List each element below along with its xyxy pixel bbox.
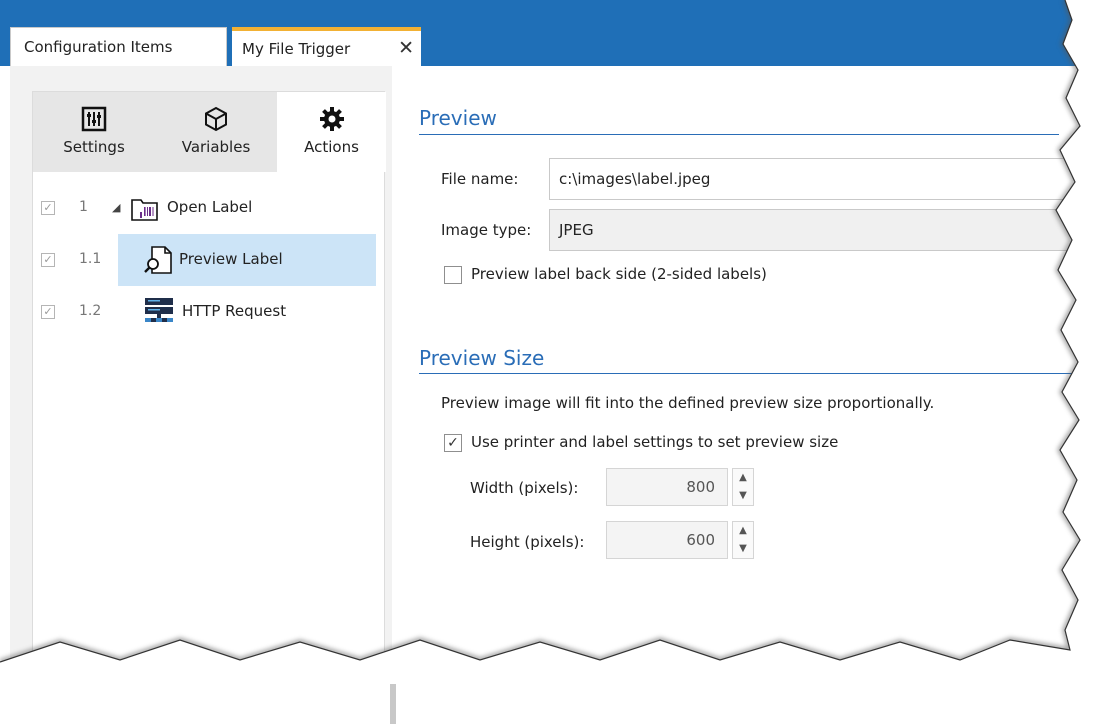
image-type-value: JPEG — [559, 221, 594, 239]
tab-settings[interactable]: Settings — [33, 92, 155, 172]
tab-my-file-trigger[interactable]: My File Trigger ✕ — [232, 27, 421, 66]
tab-variables[interactable]: Variables — [155, 92, 277, 172]
back-side-label: Preview label back side (2-sided labels) — [471, 265, 767, 283]
left-panel: Settings Variables Actions ✓ 1 ◢ Open La… — [10, 66, 396, 724]
file-name-value: c:\images\label.jpeg — [559, 170, 711, 188]
actions-panel: Settings Variables Actions ✓ 1 ◢ Open La… — [32, 91, 386, 675]
panel-scrollbar[interactable] — [390, 684, 396, 724]
width-label: Width (pixels): — [470, 479, 579, 497]
height-input[interactable]: 600 — [606, 521, 728, 559]
tab-actions-label: Actions — [304, 138, 359, 156]
width-input[interactable]: 800 — [606, 468, 728, 506]
action-number: 1 — [79, 199, 88, 215]
image-type-select[interactable]: JPEG — [549, 209, 1089, 251]
preview-section-divider — [419, 134, 1059, 135]
chevron-down-icon[interactable]: ▼ — [733, 540, 753, 558]
image-type-label: Image type: — [441, 221, 532, 239]
tab-settings-label: Settings — [63, 138, 125, 156]
collapse-arrow-icon[interactable]: ◢ — [112, 201, 120, 214]
height-stepper[interactable]: ▲ ▼ — [732, 521, 754, 559]
height-label: Height (pixels): — [470, 533, 585, 551]
document-tab-bar: Configuration Items My File Trigger ✕ — [0, 0, 1106, 66]
width-value: 800 — [686, 478, 715, 496]
sliders-icon — [81, 106, 107, 132]
app-window: Configuration Items My File Trigger ✕ Se… — [0, 0, 1106, 724]
file-name-label: File name: — [441, 170, 519, 188]
close-icon[interactable]: ✕ — [398, 37, 414, 59]
back-side-checkbox[interactable] — [444, 266, 462, 284]
preview-size-section-title: Preview Size — [419, 346, 545, 370]
height-value: 600 — [686, 531, 715, 549]
width-stepper[interactable]: ▲ ▼ — [732, 468, 754, 506]
tree-item-label: Open Label — [167, 198, 253, 216]
cube-icon — [205, 106, 227, 132]
enabled-checkbox[interactable]: ✓ — [41, 253, 55, 267]
tree-item-label: HTTP Request — [182, 302, 287, 320]
chevron-up-icon[interactable]: ▲ — [733, 522, 753, 540]
tab-label: My File Trigger — [242, 39, 351, 58]
preview-size-section-divider — [419, 373, 1079, 374]
open-label-icon — [131, 199, 158, 221]
tab-actions[interactable]: Actions — [277, 92, 386, 172]
tab-configuration-items[interactable]: Configuration Items — [10, 27, 227, 66]
preview-size-description: Preview image will fit into the defined … — [441, 394, 935, 412]
preview-label-icon — [144, 246, 172, 274]
use-settings-checkbox[interactable]: ✓ — [444, 434, 462, 452]
tab-label: Configuration Items — [24, 38, 173, 56]
action-number: 1.1 — [79, 251, 102, 267]
gear-icon — [319, 107, 344, 131]
chevron-up-icon[interactable]: ▲ — [733, 469, 753, 487]
enabled-checkbox[interactable]: ✓ — [41, 201, 55, 215]
tree-item-open-label[interactable]: ✓ 1 ◢ Open Label — [33, 182, 384, 234]
sidebar-tabs: Settings Variables Actions — [33, 92, 386, 172]
preview-section-title: Preview — [419, 106, 497, 130]
http-request-icon — [145, 298, 173, 322]
enabled-checkbox[interactable]: ✓ — [41, 305, 55, 319]
file-name-field[interactable]: c:\images\label.jpeg — [549, 158, 1089, 200]
tree-item-label: Preview Label — [179, 250, 283, 268]
tab-variables-label: Variables — [181, 138, 251, 156]
chevron-down-icon[interactable]: ▼ — [733, 487, 753, 505]
tree-item-http-request[interactable]: ✓ 1.2 HTTP Request — [33, 286, 384, 338]
tree-item-preview-label[interactable]: ✓ 1.1 Preview Label — [33, 234, 384, 286]
action-number: 1.2 — [79, 303, 102, 319]
use-settings-label: Use printer and label settings to set pr… — [471, 433, 839, 451]
